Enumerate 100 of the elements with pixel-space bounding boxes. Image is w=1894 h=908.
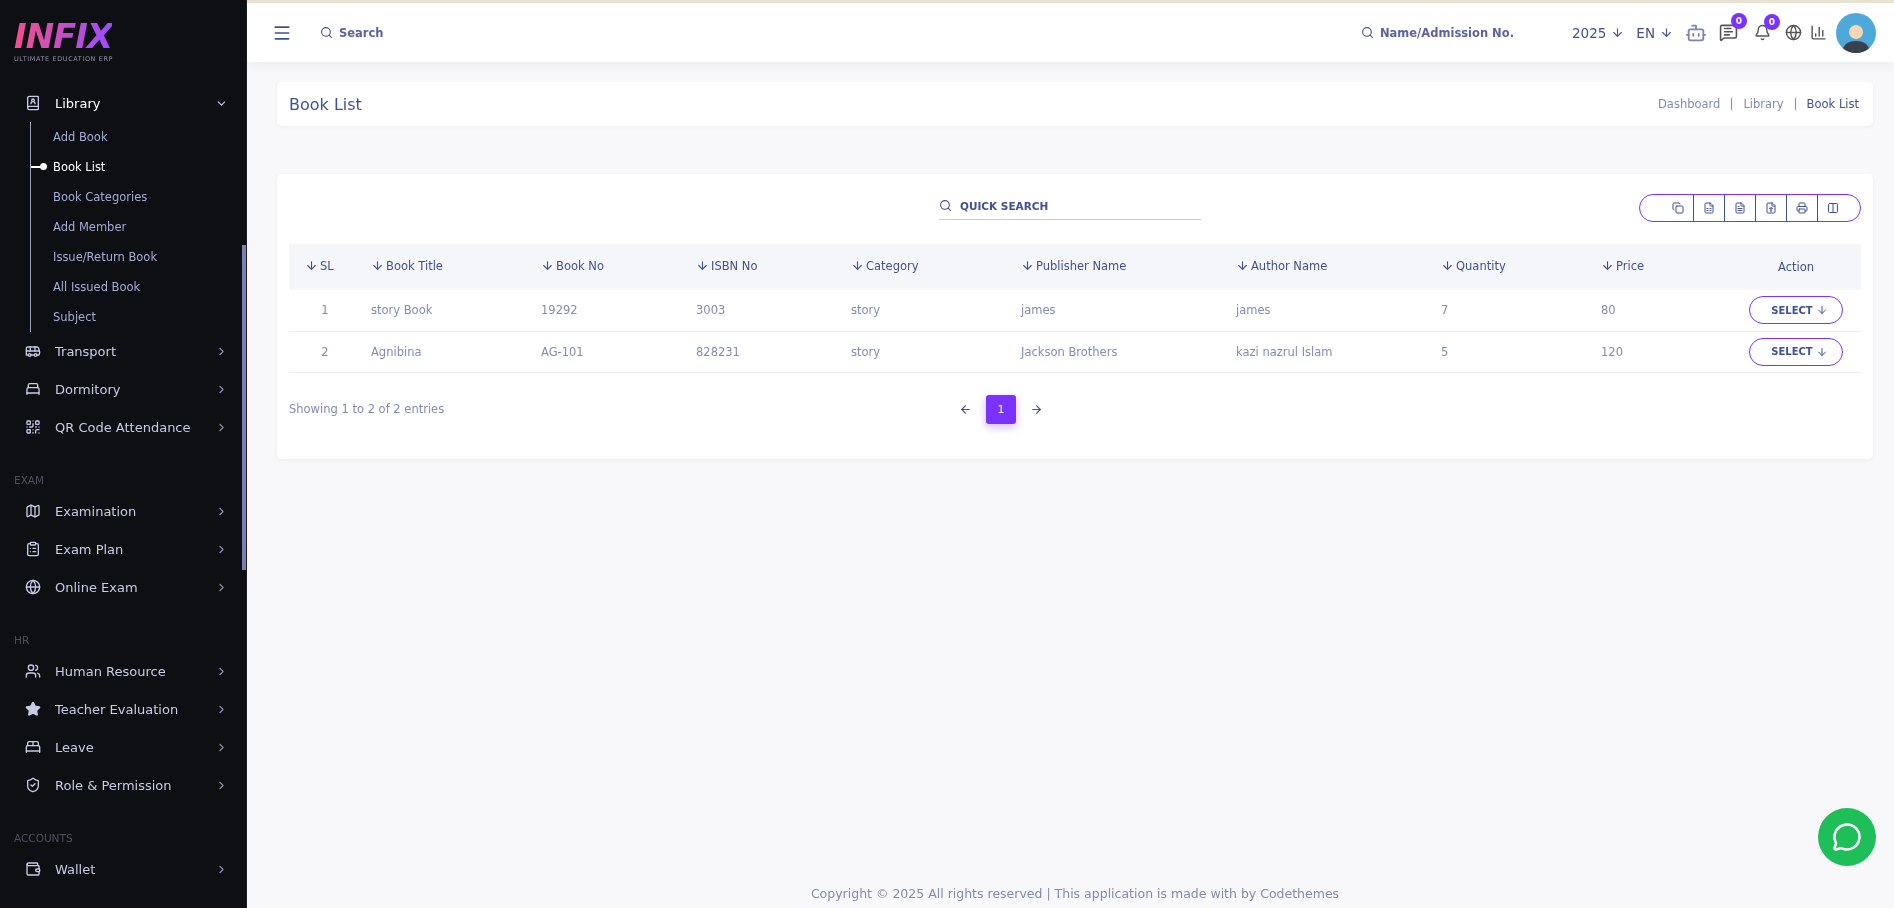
sidebar-item[interactable]: Dormitory [0, 370, 246, 408]
scrollbar-thumb[interactable] [242, 245, 246, 570]
table-cell: Jackson Brothers [1021, 344, 1118, 359]
sort-arrow-icon [851, 259, 864, 273]
sidebar-item[interactable]: Library [0, 84, 246, 122]
table-cell: story [851, 303, 881, 318]
sort-arrow-icon [371, 259, 384, 273]
column-header: Action [1778, 260, 1814, 274]
qr-code-icon [25, 419, 41, 435]
message-count-badge: 0 [1731, 13, 1747, 29]
sidebar-subitem[interactable]: Book List [53, 160, 106, 174]
book-user-icon [25, 95, 41, 111]
table-cell: 80 [1601, 303, 1616, 318]
breadcrumb-link[interactable]: Dashboard [1647, 98, 1732, 110]
chat-icon[interactable] [1719, 23, 1738, 42]
sidebar-item[interactable]: Wallet [0, 850, 246, 888]
bed-icon [25, 739, 41, 755]
year-dropdown[interactable]: 2025 [1572, 24, 1625, 41]
table-cell: 3003 [696, 303, 726, 318]
copyright-text: Copyright © 2025 All rights reserved | This application is made with by Codethemes [809, 886, 1341, 903]
search-icon [320, 26, 333, 39]
sidebar-item[interactable]: Human Resource [0, 652, 246, 690]
column-header[interactable]: ISBN No [696, 258, 758, 273]
language-dropdown[interactable]: EN [1636, 24, 1673, 41]
table-cell: james [1236, 303, 1271, 318]
sort-arrow-icon [1021, 259, 1034, 273]
sidebar-item[interactable]: Role & Permission [0, 766, 246, 804]
table-cell: 828231 [696, 344, 740, 359]
table-cell: Agnibina [371, 344, 422, 359]
sort-arrow-icon [305, 259, 318, 273]
quick-search-field[interactable]: QUICK SEARCH [939, 192, 1201, 220]
section-heading: EXAM [13, 473, 46, 488]
bed-icon [25, 381, 41, 397]
globe-icon[interactable] [1785, 24, 1802, 41]
sidebar-subitem[interactable]: Issue/Return Book [53, 250, 158, 264]
sort-arrow-icon [696, 259, 709, 273]
sort-arrow-icon [1236, 259, 1249, 273]
select-button[interactable]: SELECT [1749, 337, 1843, 366]
column-header[interactable]: SL [305, 258, 334, 273]
table-cell: AG-101 [541, 344, 584, 359]
table-cell: 2 [321, 344, 329, 359]
arrow-down-icon [1815, 304, 1828, 317]
page-title: Book List [289, 94, 362, 114]
previous-page-icon[interactable] [959, 402, 972, 416]
sidebar-subitem[interactable]: Add Book [53, 130, 108, 144]
sidebar-subitem[interactable]: Add Member [53, 220, 127, 234]
table-cell: story Book [371, 303, 433, 318]
sidebar-subitem[interactable]: All Issued Book [53, 280, 141, 294]
arrow-down-icon [1815, 345, 1828, 358]
notification-count-badge: 0 [1764, 14, 1780, 30]
clipboard-icon [25, 541, 41, 557]
search-icon [1360, 26, 1374, 39]
sidebar-item[interactable]: Leave [0, 728, 246, 766]
sidebar-item[interactable]: QR Code Attendance [0, 408, 246, 446]
column-header[interactable]: Publisher Name [1021, 258, 1127, 273]
search-icon [939, 199, 952, 212]
page-button[interactable]: 1 [986, 394, 1016, 424]
globe-icon [25, 579, 41, 595]
sidebar-item[interactable]: Transport [0, 332, 246, 370]
table-cell: 120 [1601, 344, 1623, 359]
sidebar-item[interactable]: Online Exam [0, 568, 246, 606]
avatar[interactable] [1836, 12, 1876, 53]
table-cell: story [851, 344, 881, 359]
column-header[interactable]: Book Title [371, 258, 443, 273]
speech-bubble-icon [1832, 822, 1862, 852]
column-header[interactable]: Book No [541, 258, 604, 273]
sort-arrow-icon [1601, 259, 1614, 273]
column-header[interactable]: Quantity [1441, 258, 1506, 273]
table-cell: james [1021, 303, 1056, 318]
entries-info: Showing 1 to 2 of 2 entries [289, 401, 445, 416]
sidebar-subitem[interactable]: Book Categories [53, 190, 148, 204]
section-heading: ACCOUNTS [13, 831, 74, 846]
sidebar-item[interactable]: Exam Plan [0, 530, 246, 568]
arrow-down-icon [1660, 26, 1673, 39]
bus-icon [25, 343, 41, 359]
sort-arrow-icon [541, 259, 554, 273]
arrow-down-icon [1611, 26, 1625, 39]
table-cell: kazi nazrul Islam [1236, 344, 1333, 359]
next-page-icon[interactable] [1030, 402, 1043, 416]
chart-icon[interactable] [1810, 24, 1827, 41]
star-icon [25, 701, 41, 717]
column-header[interactable]: Author Name [1236, 258, 1328, 273]
wallet-icon [25, 861, 41, 877]
search-field[interactable]: Search [320, 25, 384, 40]
select-button[interactable]: SELECT [1749, 296, 1843, 325]
sidebar-item[interactable]: Teacher Evaluation [0, 690, 246, 728]
bell-icon[interactable] [1754, 24, 1771, 41]
table-cell: 19292 [541, 303, 578, 318]
table-cell: 1 [321, 303, 329, 318]
section-heading: HR [13, 633, 31, 648]
table-cell: 5 [1441, 344, 1449, 359]
student-search-field[interactable]: Name/Admission No. [1360, 25, 1514, 40]
column-header[interactable]: Price [1601, 258, 1645, 273]
map-icon [25, 503, 41, 519]
column-header[interactable]: Category [851, 258, 919, 273]
sort-arrow-icon [1441, 259, 1454, 273]
sidebar-item[interactable]: Examination [0, 492, 246, 530]
breadcrumb-link[interactable]: Book List [1794, 98, 1861, 110]
sidebar-subitem[interactable]: Subject [53, 310, 96, 324]
users-icon [25, 663, 41, 679]
